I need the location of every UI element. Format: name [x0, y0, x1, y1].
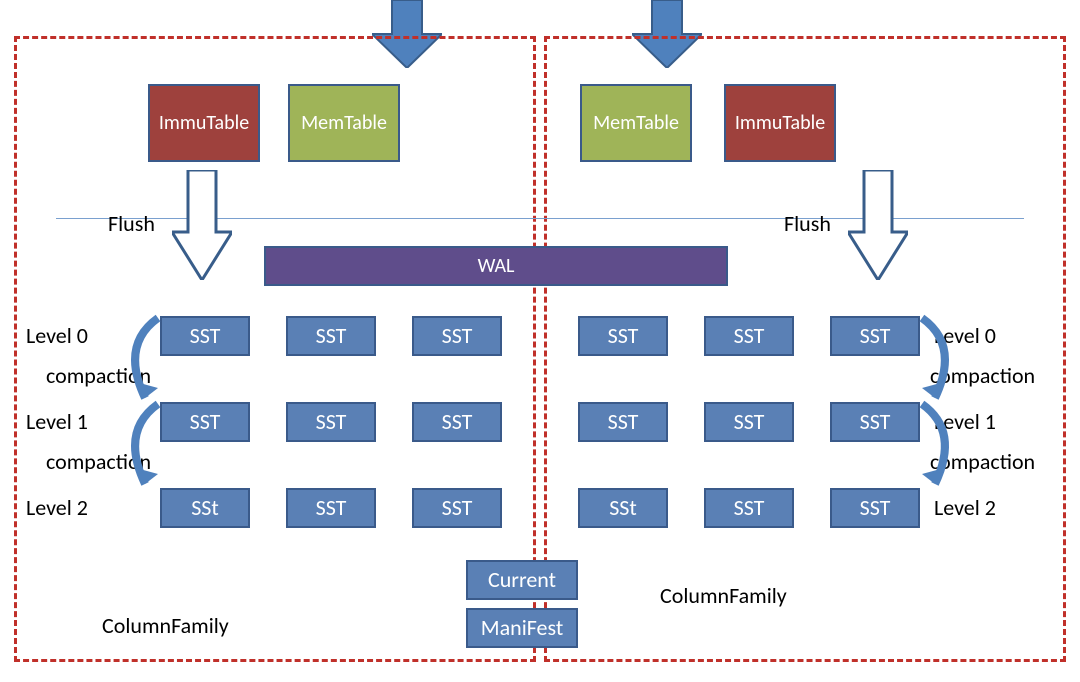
immutable-box-left: ImmuTable — [148, 84, 260, 162]
memtable-label: MemTable — [301, 112, 387, 134]
sst-label: SSt — [191, 496, 219, 520]
immutable-label: ImmuTable — [735, 112, 825, 134]
sst-label: SST — [734, 496, 765, 520]
immutable-label: ImmuTable — [159, 112, 249, 134]
sst-left-1-1: SST — [286, 402, 376, 442]
sst-left-0-2: SST — [412, 316, 502, 356]
sst-label: SST — [860, 410, 891, 434]
sst-left-1-0: SST — [160, 402, 250, 442]
sst-label: SST — [316, 324, 347, 348]
sst-right-1-0: SST — [578, 402, 668, 442]
sst-right-0-2: SST — [830, 316, 920, 356]
sst-label: SST — [860, 496, 891, 520]
sst-label: SST — [442, 410, 473, 434]
sst-left-2-0: SSt — [160, 488, 250, 528]
sst-label: SST — [316, 410, 347, 434]
wal-label: WAL — [478, 255, 515, 277]
sst-label: SST — [442, 324, 473, 348]
sst-right-0-0: SST — [578, 316, 668, 356]
sst-label: SST — [190, 410, 221, 434]
immutable-box-right: ImmuTable — [724, 84, 836, 162]
sst-label: SST — [734, 324, 765, 348]
sst-label: SST — [734, 410, 765, 434]
flush-label-right: Flush — [784, 210, 831, 237]
wal-box: WAL — [264, 246, 728, 286]
memtable-box-right: MemTable — [580, 84, 692, 162]
sst-label: SST — [316, 496, 347, 520]
sst-right-2-0: SSt — [578, 488, 668, 528]
sst-label: SST — [190, 324, 221, 348]
flush-arrow-left — [172, 170, 232, 280]
current-label: Current — [488, 568, 556, 592]
columnfamily-label-left: ColumnFamily — [102, 612, 229, 639]
level2-label-right: Level 2 — [934, 494, 996, 521]
sst-label: SSt — [609, 496, 637, 520]
level1-label-left: Level 1 — [26, 408, 88, 435]
current-box: Current — [466, 560, 578, 600]
compaction-arrow-right-1 — [910, 396, 970, 496]
memtable-box-left: MemTable — [288, 84, 400, 162]
flush-label-left: Flush — [108, 210, 155, 237]
compaction-arrow-left-0 — [110, 310, 170, 410]
sst-left-1-2: SST — [412, 402, 502, 442]
sst-label: SST — [608, 410, 639, 434]
sst-left-2-2: SST — [412, 488, 502, 528]
diagram-canvas: ImmuTable MemTable MemTable ImmuTable Fl… — [0, 0, 1080, 682]
manifest-box: ManiFest — [466, 608, 578, 648]
sst-right-0-1: SST — [704, 316, 794, 356]
sst-right-1-2: SST — [830, 402, 920, 442]
sst-label: SST — [442, 496, 473, 520]
sst-right-1-1: SST — [704, 402, 794, 442]
compaction-arrow-right-0 — [910, 310, 970, 410]
sst-label: SST — [608, 324, 639, 348]
memtable-label: MemTable — [593, 112, 679, 134]
columnfamily-label-right: ColumnFamily — [660, 582, 787, 609]
sst-left-0-1: SST — [286, 316, 376, 356]
flush-arrow-right — [848, 170, 908, 280]
level2-label-left: Level 2 — [26, 494, 88, 521]
sst-label: SST — [860, 324, 891, 348]
sst-right-2-1: SST — [704, 488, 794, 528]
sst-right-2-2: SST — [830, 488, 920, 528]
sst-left-0-0: SST — [160, 316, 250, 356]
compaction-arrow-left-1 — [110, 396, 170, 496]
level0-label-left: Level 0 — [26, 322, 88, 349]
manifest-label: ManiFest — [481, 616, 563, 640]
sst-left-2-1: SST — [286, 488, 376, 528]
